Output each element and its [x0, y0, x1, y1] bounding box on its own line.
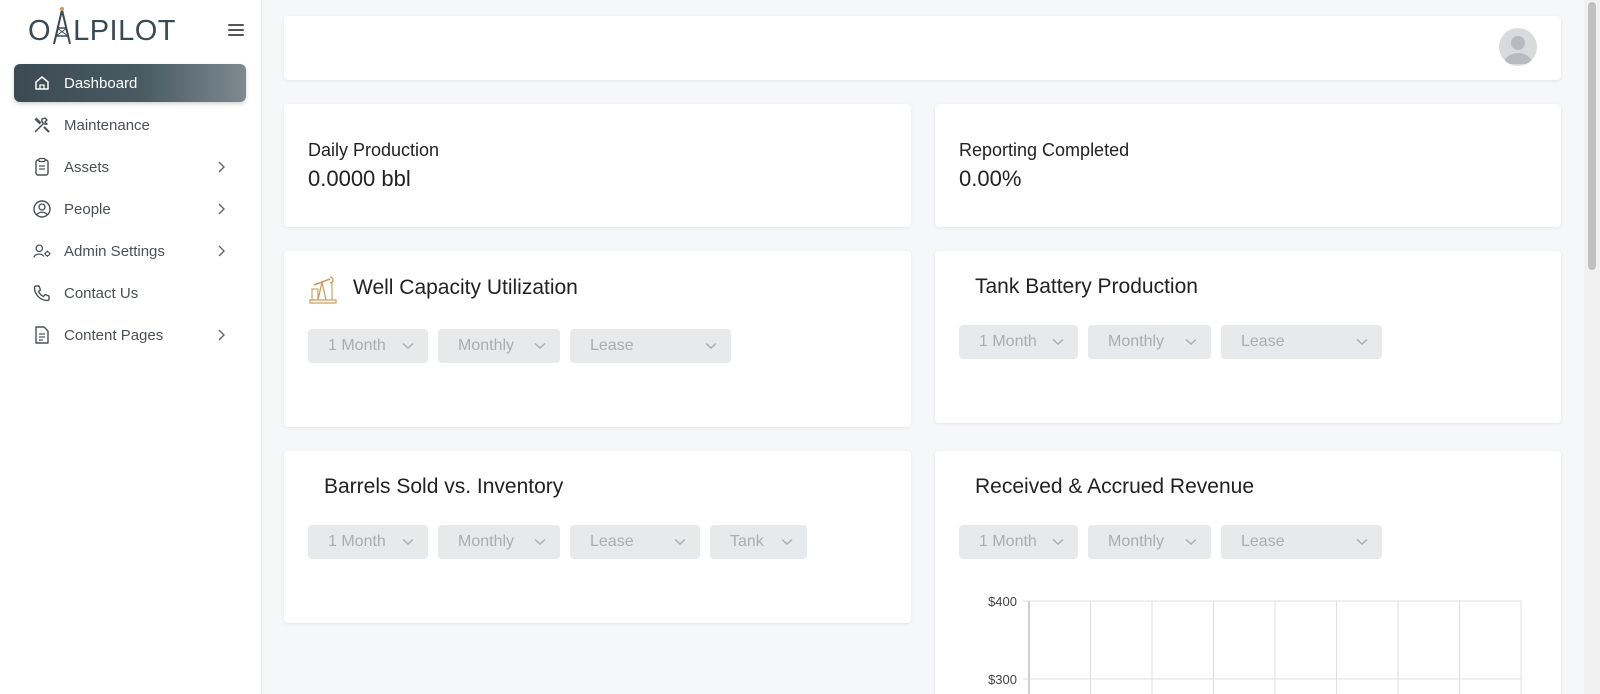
sidebar: O LPILOT Dashboard Maintenance Assets Pe…	[0, 0, 262, 694]
chevron-right-icon	[218, 329, 225, 341]
derrick-icon	[51, 7, 73, 45]
tools-icon	[32, 115, 52, 135]
chevron-down-icon	[1052, 338, 1064, 346]
select-value: Tank	[730, 533, 764, 550]
select-value: 1 Month	[328, 533, 386, 550]
sidebar-item-label: Content Pages	[64, 326, 164, 344]
document-icon	[32, 325, 52, 345]
sidebar-item-maintenance[interactable]: Maintenance	[14, 106, 246, 144]
sidebar-nav: Dashboard Maintenance Assets People Admi…	[14, 64, 246, 358]
well-capacity-title: Well Capacity Utilization	[353, 276, 578, 299]
logo-text-start: O	[28, 15, 52, 47]
chevron-down-icon	[705, 342, 717, 350]
chevron-down-icon	[1356, 338, 1368, 346]
select-value: Monthly	[458, 337, 515, 354]
tank-battery-card: Tank Battery Production 1 Month Monthly …	[935, 251, 1561, 423]
select-value: Monthly	[1108, 333, 1165, 350]
sidebar-item-label: Assets	[64, 158, 110, 176]
pumpjack-icon	[309, 276, 337, 304]
barrels-sold-filters: 1 Month Monthly Lease Tank	[308, 525, 807, 559]
period-select[interactable]: 1 Month	[308, 329, 428, 363]
sidebar-item-people[interactable]: People	[14, 190, 246, 228]
logo-text-end: LPILOT	[73, 15, 176, 47]
select-value: Lease	[590, 337, 634, 354]
daily-production-label: Daily Production	[308, 140, 440, 160]
sidebar-item-label: Contact Us	[64, 284, 139, 302]
select-value: 1 Month	[979, 333, 1037, 350]
chevron-right-icon	[218, 203, 225, 215]
clipboard-icon	[32, 157, 52, 177]
logo-row: O LPILOT	[28, 7, 248, 52]
reporting-completed-label: Reporting Completed	[959, 140, 1130, 160]
user-circle-icon	[32, 199, 52, 219]
barrels-sold-title: Barrels Sold vs. Inventory	[324, 475, 564, 498]
menu-toggle-icon[interactable]	[228, 24, 244, 38]
sidebar-item-label: Admin Settings	[64, 242, 165, 260]
chevron-down-icon	[781, 538, 793, 546]
y-tick-label: $400	[988, 594, 1017, 609]
y-tick-label: $300	[988, 672, 1017, 687]
top-header	[284, 16, 1561, 80]
well-capacity-filters: 1 Month Monthly Lease	[308, 329, 731, 363]
phone-icon	[32, 283, 52, 303]
select-value: 1 Month	[328, 337, 386, 354]
select-value: Lease	[1241, 333, 1285, 350]
period-select[interactable]: 1 Month	[959, 325, 1078, 359]
home-icon	[32, 73, 52, 93]
revenue-card: Received & Accrued Revenue 1 Month Month…	[935, 451, 1561, 694]
user-avatar[interactable]	[1499, 28, 1537, 66]
frequency-select[interactable]: Monthly	[438, 525, 560, 559]
chevron-right-icon	[218, 161, 225, 173]
sidebar-item-contact-us[interactable]: Contact Us	[14, 274, 246, 312]
chevron-down-icon	[402, 538, 414, 546]
sidebar-item-admin-settings[interactable]: Admin Settings	[14, 232, 246, 270]
sidebar-item-label: Maintenance	[64, 116, 150, 134]
reporting-completed-card: Reporting Completed 0.00%	[935, 104, 1561, 227]
frequency-select[interactable]: Monthly	[438, 329, 560, 363]
well-capacity-card: Well Capacity Utilization 1 Month Monthl…	[284, 251, 911, 427]
frequency-select[interactable]: Monthly	[1088, 325, 1211, 359]
period-select[interactable]: 1 Month	[308, 525, 428, 559]
sidebar-item-assets[interactable]: Assets	[14, 148, 246, 186]
lease-select[interactable]: Lease	[1221, 325, 1382, 359]
sidebar-item-dashboard[interactable]: Dashboard	[14, 64, 246, 102]
chevron-right-icon	[218, 245, 225, 257]
sidebar-item-content-pages[interactable]: Content Pages	[14, 316, 246, 354]
chevron-down-icon	[534, 538, 546, 546]
revenue-chart: $400 $300	[988, 594, 1522, 694]
avatar-silhouette-icon	[1504, 36, 1532, 64]
user-settings-icon	[32, 241, 52, 261]
sidebar-item-label: Dashboard	[64, 74, 138, 92]
chevron-down-icon	[674, 538, 686, 546]
daily-production-card: Daily Production 0.0000 bbl	[284, 104, 911, 227]
lease-select[interactable]: Lease	[570, 525, 700, 559]
tank-select[interactable]: Tank	[710, 525, 807, 559]
page-scrollbar[interactable]	[1584, 0, 1600, 694]
tank-battery-title: Tank Battery Production	[975, 275, 1198, 298]
scrollbar-thumb[interactable]	[1588, 2, 1596, 270]
reporting-completed-value: 0.00%	[959, 166, 1022, 191]
logo[interactable]: O LPILOT	[28, 7, 176, 48]
chevron-down-icon	[1185, 338, 1197, 346]
tank-battery-filters: 1 Month Monthly Lease	[959, 325, 1382, 359]
sidebar-item-label: People	[64, 200, 111, 218]
chevron-down-icon	[534, 342, 546, 350]
chevron-down-icon	[402, 342, 414, 350]
lease-select[interactable]: Lease	[570, 329, 731, 363]
select-value: Monthly	[458, 533, 515, 550]
daily-production-value: 0.0000 bbl	[308, 166, 411, 191]
select-value: Lease	[590, 533, 634, 550]
barrels-sold-card: Barrels Sold vs. Inventory 1 Month Month…	[284, 451, 911, 623]
